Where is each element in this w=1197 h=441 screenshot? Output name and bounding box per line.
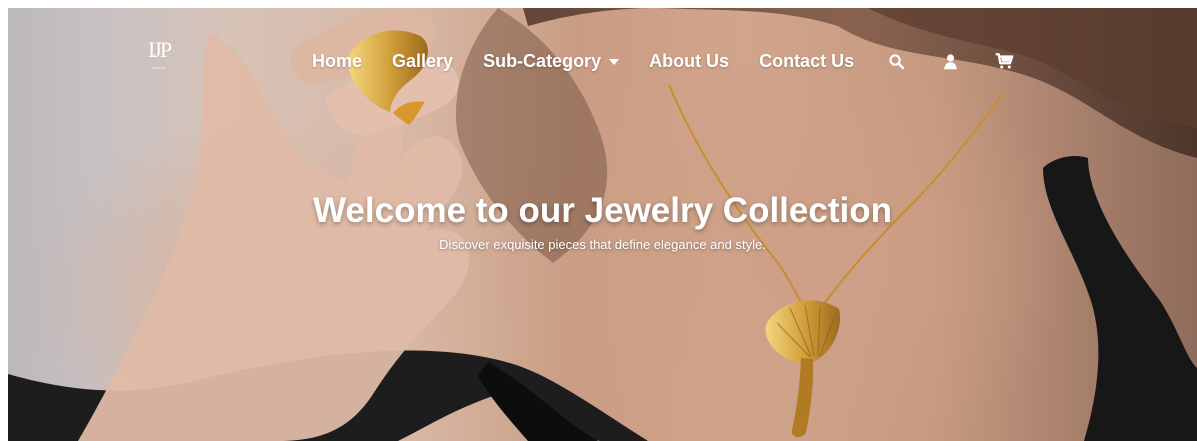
brand-logo-mark: IJP [147, 37, 172, 62]
nav-gallery-link[interactable]: Gallery [392, 51, 453, 72]
hero-banner: IJP JEWELRY Home Gallery Sub-Category Ab… [8, 8, 1197, 441]
search-icon [889, 53, 904, 69]
search-button[interactable] [884, 49, 908, 73]
user-icon [943, 53, 957, 69]
top-navigation: IJP JEWELRY Home Gallery Sub-Category Ab… [8, 8, 1197, 112]
cart-button[interactable] [992, 49, 1016, 73]
sub-category-dropdown[interactable]: Sub-Category [483, 51, 620, 72]
main-menu: Home Gallery Sub-Category About Us Conta… [312, 49, 1016, 73]
hero-title: Welcome to our Jewelry Collection [313, 191, 892, 230]
nav-contact-us-link[interactable]: Contact Us [759, 51, 854, 72]
brand-logo-subtext: JEWELRY [151, 66, 167, 70]
cart-icon [995, 53, 1014, 69]
account-button[interactable] [938, 49, 962, 73]
ginkgo-pendant [791, 358, 814, 438]
nav-about-us-link[interactable]: About Us [649, 51, 729, 72]
hero-subtitle: Discover exquisite pieces that define el… [439, 237, 766, 252]
chevron-down-icon [609, 59, 620, 65]
hero-copy: Welcome to our Jewelry Collection Discov… [8, 192, 1197, 253]
brand-logo[interactable]: IJP JEWELRY [144, 38, 174, 84]
nav-sub-category-link[interactable]: Sub-Category [483, 51, 601, 72]
nav-home-link[interactable]: Home [312, 51, 362, 72]
